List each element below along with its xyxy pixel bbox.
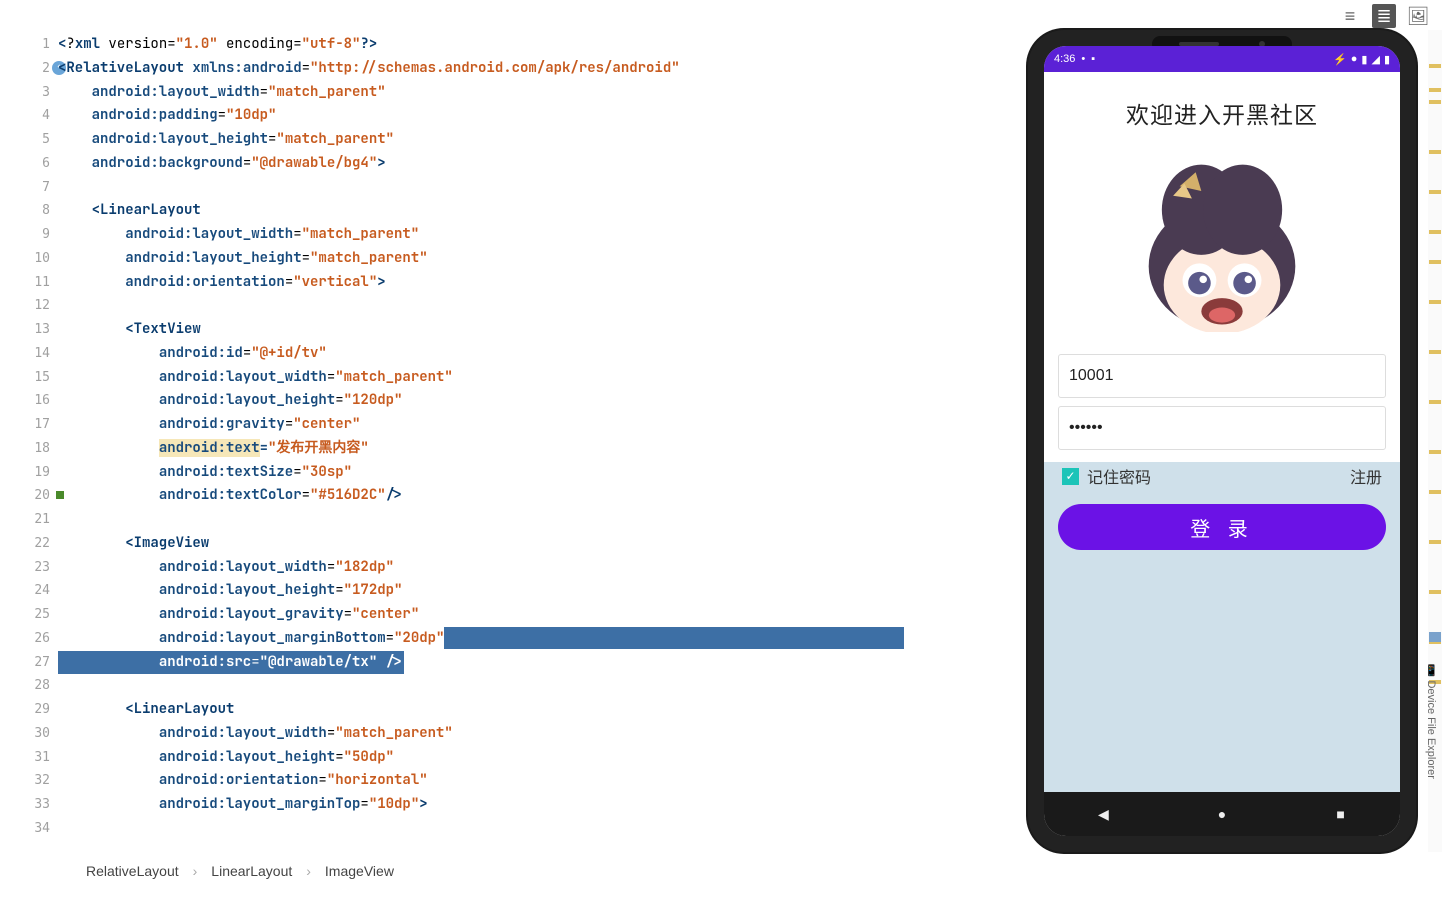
status-dot-icon: •: [1081, 53, 1085, 65]
remember-checkbox[interactable]: ✓ 记住密码: [1062, 464, 1151, 488]
app-body: 欢迎进入开黑社区: [1044, 72, 1400, 792]
view-icon-3[interactable]: 🖼: [1406, 4, 1430, 28]
check-icon: ✓: [1062, 468, 1079, 485]
username-field[interactable]: 10001: [1058, 354, 1386, 398]
status-time: 4:36: [1054, 53, 1075, 65]
android-navbar[interactable]: ◀ ● ■: [1044, 792, 1400, 836]
background-wash: [1044, 532, 1400, 792]
password-field[interactable]: ••••••: [1058, 406, 1386, 450]
username-value: 10001: [1069, 367, 1114, 385]
status-signal-icon: ▮: [1361, 53, 1367, 66]
status-dot2-icon: ●: [1351, 53, 1358, 65]
breadcrumb-item[interactable]: RelativeLayout: [86, 863, 179, 879]
device-explorer-tab[interactable]: 📱 Device File Explorer: [1421, 660, 1442, 783]
code-editor[interactable]: 12‹3456789101112131415161718192021222324…: [0, 30, 965, 852]
nav-recent-icon[interactable]: ■: [1331, 804, 1351, 824]
breadcrumb-item[interactable]: ImageView: [325, 863, 394, 879]
nav-home-icon[interactable]: ●: [1212, 804, 1232, 824]
breadcrumb-sep: ›: [193, 863, 198, 879]
app-title: 欢迎进入开黑社区: [1058, 72, 1386, 144]
nav-back-icon[interactable]: ◀: [1093, 804, 1113, 824]
status-bar: 4:36•▪ ⚡●▮◢▮: [1044, 46, 1400, 72]
line-gutter: 12‹3456789101112131415161718192021222324…: [0, 30, 58, 852]
view-icon-2[interactable]: ≣: [1372, 4, 1396, 28]
remember-label: 记住密码: [1087, 464, 1151, 488]
view-icon-1[interactable]: ≡: [1338, 4, 1362, 28]
status-battery-icon: ▮: [1384, 53, 1390, 66]
code-area[interactable]: <?xml version="1.0" encoding="utf-8"?><R…: [58, 30, 965, 852]
status-bolt-icon: ⚡: [1333, 53, 1347, 66]
breadcrumb-sep: ›: [306, 863, 311, 879]
breadcrumb-item[interactable]: LinearLayout: [211, 863, 292, 879]
status-wifi-icon: ◢: [1371, 53, 1379, 66]
emulator-device: 4:36•▪ ⚡●▮◢▮ 欢迎进入开黑社区: [1028, 30, 1416, 852]
register-link[interactable]: 注册: [1350, 464, 1382, 488]
login-button[interactable]: 登 录: [1058, 504, 1386, 550]
breadcrumb[interactable]: RelativeLayout › LinearLayout › ImageVie…: [86, 863, 394, 879]
emulator-screen[interactable]: 4:36•▪ ⚡●▮◢▮ 欢迎进入开黑社区: [1044, 46, 1400, 836]
password-value: ••••••: [1069, 419, 1103, 437]
avatar-image: [1128, 144, 1316, 332]
status-square-icon: ▪: [1091, 53, 1095, 65]
